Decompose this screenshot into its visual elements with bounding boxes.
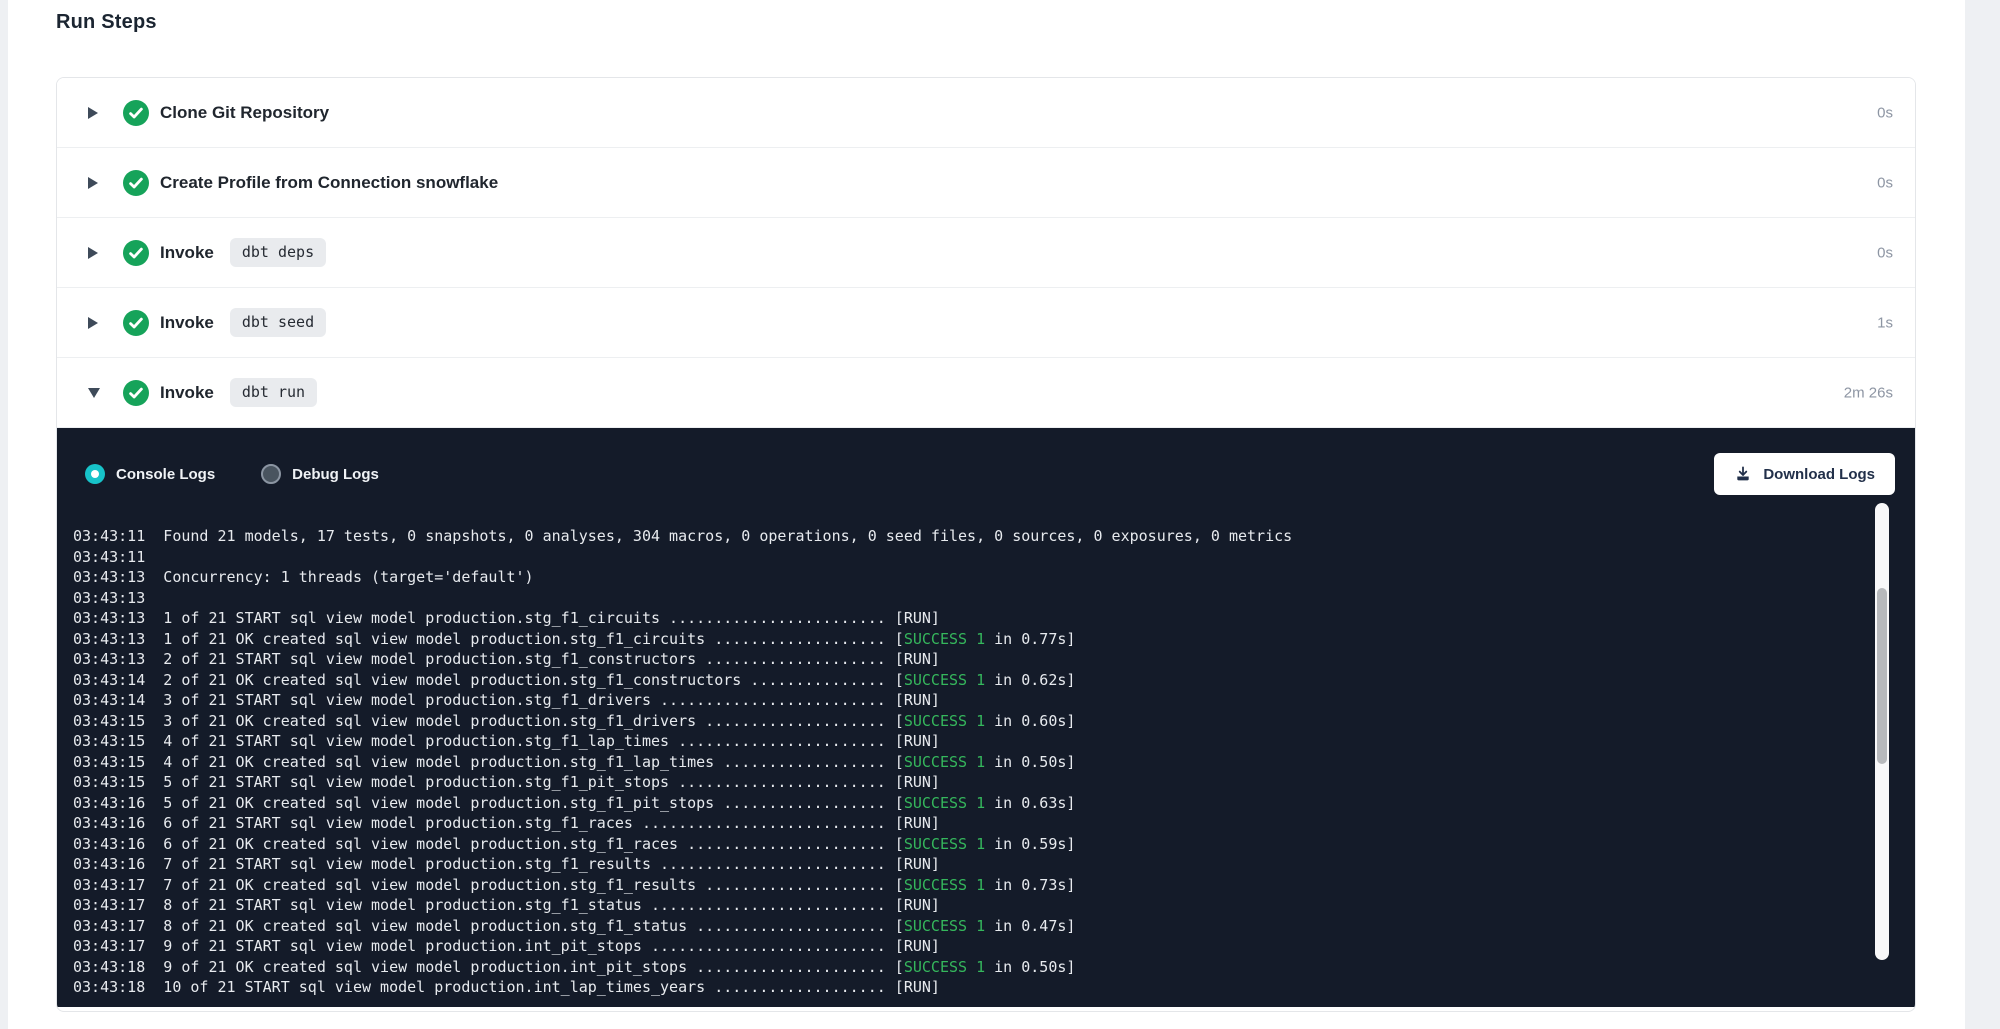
step-command-badge: dbt deps xyxy=(230,238,326,267)
log-line: 03:43:15 3 of 21 OK created sql view mod… xyxy=(73,711,1859,732)
step-label: Invoke xyxy=(160,243,214,263)
radio-circle-icon xyxy=(261,464,281,484)
step-command-badge: dbt run xyxy=(230,378,317,407)
radio-circle-icon xyxy=(85,464,105,484)
download-logs-label: Download Logs xyxy=(1763,466,1875,483)
run-steps-card: Clone Git Repository 0s Create Profile f… xyxy=(56,77,1916,1012)
log-line: 03:43:15 5 of 21 START sql view model pr… xyxy=(73,772,1859,793)
download-icon xyxy=(1734,465,1752,483)
log-line: 03:43:16 7 of 21 START sql view model pr… xyxy=(73,854,1859,875)
log-line: 03:43:13 Concurrency: 1 threads (target=… xyxy=(73,567,1859,588)
log-type-radio-label: Debug Logs xyxy=(292,466,379,483)
log-type-radio[interactable]: Debug Logs xyxy=(261,464,379,484)
log-line: 03:43:16 6 of 21 OK created sql view mod… xyxy=(73,834,1859,855)
run-step-row[interactable]: Clone Git Repository 0s xyxy=(57,78,1915,148)
log-line: 03:43:16 6 of 21 START sql view model pr… xyxy=(73,813,1859,834)
log-line: 03:43:11 xyxy=(73,547,1859,568)
success-check-icon xyxy=(123,380,149,406)
log-line: 03:43:17 8 of 21 START sql view model pr… xyxy=(73,895,1859,916)
step-duration: 1s xyxy=(1877,314,1893,331)
log-type-radio[interactable]: Console Logs xyxy=(85,464,215,484)
log-scrollbar-thumb[interactable] xyxy=(1877,588,1887,764)
log-line: 03:43:14 2 of 21 OK created sql view mod… xyxy=(73,670,1859,691)
expand-caret-icon xyxy=(88,177,102,189)
step-duration: 2m 26s xyxy=(1844,384,1893,401)
log-lines: 03:43:11 Found 21 models, 17 tests, 0 sn… xyxy=(73,526,1859,999)
log-line: 03:43:17 9 of 21 START sql view model pr… xyxy=(73,936,1859,957)
step-command-badge: dbt seed xyxy=(230,308,326,337)
log-line: 03:43:19 10 of 21 OK created sql view mo… xyxy=(73,998,1859,1000)
log-type-radio-label: Console Logs xyxy=(116,466,215,483)
expand-caret-icon xyxy=(88,317,102,329)
log-line: 03:43:14 3 of 21 START sql view model pr… xyxy=(73,690,1859,711)
page-content: Run Steps Clone Git Repository 0s Create… xyxy=(8,0,1965,1029)
log-line: 03:43:18 10 of 21 START sql view model p… xyxy=(73,977,1859,998)
log-line: 03:43:18 9 of 21 OK created sql view mod… xyxy=(73,957,1859,978)
step-label: Clone Git Repository xyxy=(160,103,329,123)
log-line: 03:43:15 4 of 21 OK created sql view mod… xyxy=(73,752,1859,773)
log-scrollbar[interactable] xyxy=(1875,503,1889,960)
success-check-icon xyxy=(123,170,149,196)
log-line: 03:43:16 5 of 21 OK created sql view mod… xyxy=(73,793,1859,814)
run-step-row[interactable]: Invoke dbt seed 1s xyxy=(57,288,1915,358)
log-line: 03:43:13 1 of 21 OK created sql view mod… xyxy=(73,629,1859,650)
log-line: 03:43:17 8 of 21 OK created sql view mod… xyxy=(73,916,1859,937)
log-line: 03:43:15 4 of 21 START sql view model pr… xyxy=(73,731,1859,752)
log-line: 03:43:13 2 of 21 START sql view model pr… xyxy=(73,649,1859,670)
log-toolbar: Console Logs Debug Logs Download Logs xyxy=(85,454,1895,494)
log-line: 03:43:13 1 of 21 START sql view model pr… xyxy=(73,608,1859,629)
step-label: Invoke xyxy=(160,383,214,403)
expand-caret-icon xyxy=(88,388,102,398)
run-step-row[interactable]: Create Profile from Connection snowflake… xyxy=(57,148,1915,218)
console-log-output: 03:43:11 Found 21 models, 17 tests, 0 sn… xyxy=(73,495,1859,999)
download-logs-button[interactable]: Download Logs xyxy=(1714,453,1895,495)
page-title: Run Steps xyxy=(56,11,157,34)
success-check-icon xyxy=(123,240,149,266)
run-step-row[interactable]: Invoke dbt run 2m 26s xyxy=(57,358,1915,428)
success-check-icon xyxy=(123,100,149,126)
step-label: Invoke xyxy=(160,313,214,333)
log-line: 03:43:11 Found 21 models, 17 tests, 0 sn… xyxy=(73,526,1859,547)
log-line: 03:43:13 xyxy=(73,588,1859,609)
expand-caret-icon xyxy=(88,107,102,119)
step-duration: 0s xyxy=(1877,244,1893,261)
success-check-icon xyxy=(123,310,149,336)
run-step-row[interactable]: Invoke dbt deps 0s xyxy=(57,218,1915,288)
step-label: Create Profile from Connection snowflake xyxy=(160,173,498,193)
step-duration: 0s xyxy=(1877,174,1893,191)
expand-caret-icon xyxy=(88,247,102,259)
log-panel: Console Logs Debug Logs Download Logs 03… xyxy=(57,428,1915,1007)
log-line: 03:43:17 7 of 21 OK created sql view mod… xyxy=(73,875,1859,896)
step-duration: 0s xyxy=(1877,104,1893,121)
